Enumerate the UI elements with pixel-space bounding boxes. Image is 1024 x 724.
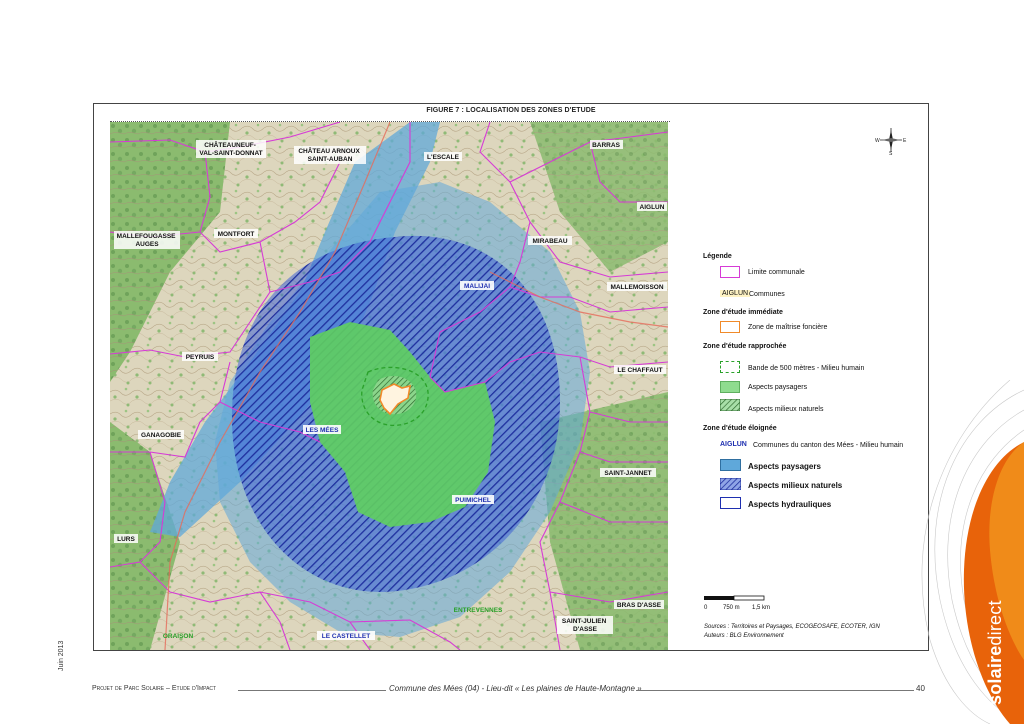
scale-tick-1: 750 m (723, 605, 740, 611)
label-oraison: ORAISON (163, 633, 194, 640)
scale-tick-0: 0 (704, 605, 708, 611)
label-chateauneuf-l1: CHÂTEAUNEUF- (204, 140, 256, 149)
label-montfort: MONTFORT (218, 231, 255, 238)
legend-swatch-limite (720, 266, 740, 278)
legend-zone-eloignee: Zone d'étude éloignée (703, 425, 777, 432)
legend-aspects-hydrauliques: Aspects hydrauliques (748, 500, 832, 509)
label-lescale: L'ESCALE (427, 154, 460, 161)
legend-aspects-milieux-r: Aspects milieux naturels (748, 406, 824, 413)
legend-auteurs: Auteurs : BLG Environnement (704, 633, 784, 639)
brand-logo-light: direct (985, 600, 1005, 646)
footer-rule-right (636, 690, 914, 691)
label-les-mees: LES MÉES (306, 425, 340, 434)
svg-text:CHÂTEAUNEUF- VAL-SAINT: CHÂTEAUNEUF- VAL-SAINT-DONNAT (199, 140, 262, 157)
footer-commune: Commune des Mées (04) - Lieu-dit « Les p… (389, 684, 642, 693)
legend-bande: Bande de 500 mètres - Milieu humain (748, 365, 865, 372)
study-zone-map[interactable]: CHÂTEAUNEUF- VAL-SAINT-DONNAT CHÂTEAU AR… (110, 122, 668, 650)
legend-limite: Limite communale (748, 269, 805, 276)
legend-zone-rapprochee: Zone d'étude rapprochée (703, 343, 787, 350)
legend-zone-immediate: Zone d'étude immédiate (703, 309, 783, 316)
label-le-castellet: LE CASTELLET (322, 633, 370, 640)
footer-rule-left (238, 690, 386, 691)
compass-rose-icon: W E S (875, 128, 907, 156)
brand-logo: solairedirect (985, 600, 1006, 705)
legend-communes: Communes (749, 291, 785, 298)
label-aiglun: AIGLUN (640, 204, 665, 211)
scale-bar (704, 595, 765, 601)
legend-communes-sample: AIGLUN (720, 290, 751, 297)
label-mallemoisson: MALLEMOISSON (610, 284, 663, 291)
label-chateau-arnoux: CHÂTEAU ARNOUX SAINT-AUBAN (294, 146, 366, 164)
compass-e: E (903, 138, 907, 144)
legend-title: Légende (703, 253, 732, 260)
legend-swatch-milieux-r (720, 399, 740, 411)
legend-aspects-paysagers-e: Aspects paysagers (748, 462, 821, 471)
legend-maitrise: Zone de maîtrise foncière (748, 324, 828, 331)
label-chateauneuf: CHÂTEAUNEUF- VAL-SAINT-DONNAT (196, 140, 266, 158)
label-malijai: MALIJAI (464, 283, 490, 290)
legend-canton: Communes du canton des Mées - Milieu hum… (753, 442, 904, 449)
label-saint-jannet: SAINT-JANNET (604, 470, 651, 477)
legend-swatch-bande (720, 361, 740, 373)
footer-project: Projet de Parc Solaire – Etude d'Impact (92, 685, 217, 692)
legend-panel: W E S Légende Limite communale AIGLUN Co… (668, 122, 928, 650)
compass-s: S (889, 151, 893, 156)
legend-swatch-milieux-e (720, 478, 741, 490)
legend-sources: Sources : Territoires et Paysages, ECOGE… (704, 624, 880, 630)
label-bras-dasse: BRAS D'ASSE (617, 602, 662, 609)
legend-canton-sample: AIGLUN (720, 441, 747, 448)
label-le-chaffaut: LE CHAFFAUT (617, 367, 662, 374)
legend-aspects-milieux-e: Aspects milieux naturels (748, 481, 843, 490)
side-date: Juin 2013 (58, 640, 65, 671)
legend-swatch-paysagers-r (720, 381, 740, 393)
label-lurs: LURS (117, 536, 135, 543)
label-puimichel: PUIMICHEL (455, 497, 491, 504)
legend-swatch-paysagers-e (720, 459, 741, 471)
scale-tick-2: 1,5 km (752, 605, 771, 611)
svg-text:CHÂTEAU ARNOUX SAINT-A: CHÂTEAU ARNOUX SAINT-AUBAN (298, 146, 361, 163)
figure-title: FIGURE 7 : LOCALISATION DES ZONES D'ETUD… (426, 107, 596, 114)
brand-logo-bold: solaire (985, 645, 1005, 705)
label-peyruis: PEYRUIS (186, 354, 215, 361)
legend-aspects-paysagers-r: Aspects paysagers (748, 384, 808, 391)
legend-swatch-maitrise (720, 321, 740, 333)
label-barras: BARRAS (592, 142, 620, 149)
label-mirabeau: MIRABEAU (532, 238, 567, 245)
label-entrevennes: ENTREVENNES (454, 607, 503, 614)
label-chateauneuf-l2: VAL-SAINT-DONNAT (199, 150, 262, 157)
label-ganagobie: GANAGOBIE (141, 432, 182, 439)
compass-w: W (875, 138, 880, 144)
legend-swatch-hydrauliques (720, 497, 741, 509)
